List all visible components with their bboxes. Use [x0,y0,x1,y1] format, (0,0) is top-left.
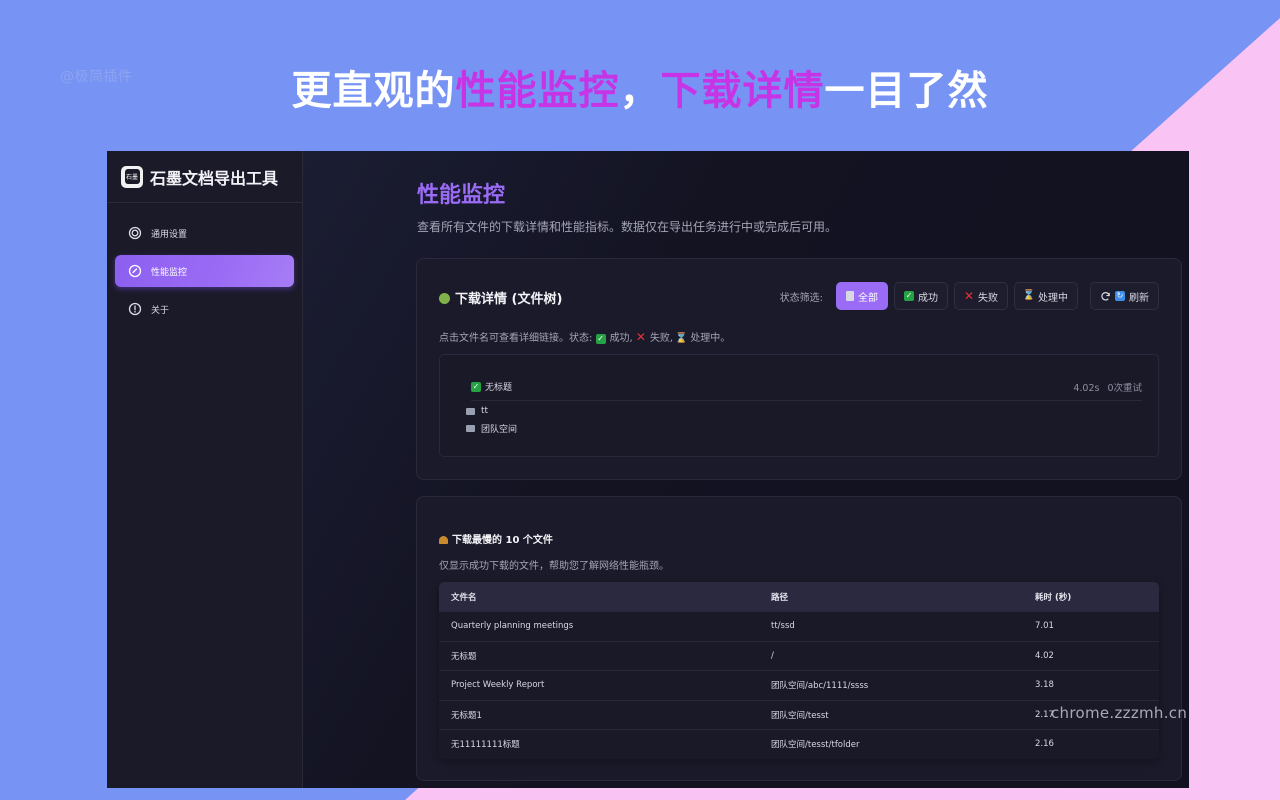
page-description: 查看所有文件的下载详情和性能指标。数据仅在导出任务进行中或完成后可用。 [417,220,838,234]
cross-icon: ✕ [635,330,646,344]
sidebar-nav: 通用设置 性能监控 关于 [107,203,302,325]
app-logo: 石墨 [121,165,143,188]
bottom-right-watermark: chrome.zzzmh.cn [1051,704,1188,722]
slowest-files-table: 文件名 路径 耗时 (秒) Quarterly planning meeting… [439,582,1159,759]
cell-filename: 无标题 [451,651,477,662]
filter-all-button[interactable]: 全部 [836,282,888,310]
app-window: 石墨 石墨文档导出工具 通用设置 性能监控 关于 性能监控 查看所有文件的下载详… [107,151,1189,788]
sidebar-item-label: 性能监控 [151,267,188,278]
sidebar-item-performance[interactable]: 性能监控 [115,255,294,287]
check-icon: ✓ [471,381,481,392]
table-row: Project Weekly Report 团队空间/abc/1111/ssss… [439,670,1159,700]
slowest-files-description: 仅显示成功下载的文件，帮助您了解网络性能瓶颈。 [439,561,669,572]
cell-path: tt/ssd [771,621,795,632]
column-header-path: 路径 [771,592,789,603]
main-content: 性能监控 查看所有文件的下载详情和性能指标。数据仅在导出任务进行中或完成后可用。… [303,151,1189,788]
headline-highlight1: 性能监控 [455,68,620,114]
folder-icon [466,424,475,432]
status-filters: 状态筛选: 全部 ✓ 成功 ✕ 失败 ⌛ 处理中 ↻ 刷新 [780,282,1159,310]
logo-text: 石墨 [124,169,140,184]
table-row: 无标题 / 4.02 [439,640,1159,671]
table-row: 无11111111标题 团队空间/tesst/tfolder 2.16 [439,729,1159,759]
headline-comma: ， [619,68,661,114]
download-details-card: 下载详情 (文件树) 状态筛选: 全部 ✓ 成功 ✕ 失败 ⌛ 处理中 ↻ 刷新… [416,258,1182,480]
cell-duration: 4.02 [1035,650,1054,661]
refresh-icon [1100,291,1111,302]
file-tree: ✓ 无标题 4.02s 0次重试 tt 团队空间 [439,354,1159,457]
folder-icon [466,407,475,415]
filter-all-label: 全部 [858,292,878,304]
check-icon: ✓ [595,334,606,344]
slowest-files-title-text: 下载最慢的 10 个文件 [452,535,553,546]
filter-success-label: 成功 [918,292,938,304]
headline-part1: 更直观的 [291,68,456,114]
snail-icon [439,536,448,544]
hourglass-icon: ⌛ [1022,290,1036,301]
tree-folder-name: tt [481,406,489,416]
tree-root-row[interactable]: ✓ 无标题 4.02s 0次重试 [471,377,1142,401]
cell-filename: 无标题1 [451,710,482,721]
table-header: 文件名 路径 耗时 (秒) [439,582,1159,611]
headline-highlight2: 下载详情 [660,68,825,114]
sidebar-item-settings[interactable]: 通用设置 [115,217,294,249]
banner-headline: 更直观的性能监控，下载详情一目了然 [0,58,1280,116]
settings-icon [128,226,142,240]
cell-duration: 2.16 [1035,739,1054,750]
check-icon: ✓ [904,291,914,301]
filter-failed-label: 失败 [978,292,998,304]
cell-filename: Quarterly planning meetings [451,621,574,632]
cell-duration: 7.01 [1035,621,1054,632]
sidebar-item-about[interactable]: 关于 [115,293,294,325]
legend-failed: 失败, [649,333,674,344]
cell-path: 团队空间/tesst/tfolder [771,740,860,751]
filter-processing-label: 处理中 [1038,292,1068,304]
slowest-files-title: 下载最慢的 10 个文件 [439,531,553,546]
tree-root-retries: 0次重试 [1107,382,1142,394]
brand-header: 石墨 石墨文档导出工具 [107,151,302,203]
filter-processing-button[interactable]: ⌛ 处理中 [1014,282,1078,310]
headline-part5: 一目了然 [824,68,989,114]
legend-prefix: 点击文件名可查看详细链接。状态: [439,333,593,344]
legend-success: 成功, [609,333,633,344]
slowest-files-card: 下载最慢的 10 个文件 仅显示成功下载的文件，帮助您了解网络性能瓶颈。 文件名… [416,496,1182,781]
cell-path: / [771,650,774,661]
download-details-title-text: 下载详情 (文件树) [455,292,563,307]
cell-path: 团队空间/tesst [771,710,829,721]
tree-icon [439,293,450,304]
refresh-emoji-icon: ↻ [1115,291,1125,301]
clipboard-icon [846,291,854,301]
hourglass-icon: ⌛ [675,333,688,344]
page-title: 性能监控 [417,183,506,208]
info-icon [128,302,142,316]
app-title: 石墨文档导出工具 [150,168,279,188]
sidebar: 石墨 石墨文档导出工具 通用设置 性能监控 关于 [107,151,303,788]
tree-root-name: 无标题 [485,383,513,393]
legend-processing: 处理中。 [690,333,731,344]
download-details-title: 下载详情 (文件树) [439,288,562,307]
cell-duration: 3.18 [1035,680,1054,691]
sidebar-item-label: 通用设置 [151,229,188,240]
cell-path: 团队空间/abc/1111/ssss [771,681,869,692]
refresh-button[interactable]: ↻ 刷新 [1090,282,1159,310]
sidebar-item-label: 关于 [151,305,170,316]
tree-root-time: 4.02s [1073,382,1100,394]
refresh-label: 刷新 [1129,292,1149,304]
cell-filename: 无11111111标题 [451,740,520,751]
cross-icon: ✕ [963,289,975,303]
tree-folder-name: 团队空间 [481,424,518,435]
performance-icon [128,264,142,278]
cell-filename: Project Weekly Report [451,680,545,691]
status-legend: 点击文件名可查看详细链接。状态: ✓ 成功, ✕ 失败, ⌛ 处理中。 [439,329,730,344]
filter-label: 状态筛选: [779,292,823,304]
filter-failed-button[interactable]: ✕ 失败 [954,282,1008,310]
filter-success-button[interactable]: ✓ 成功 [894,282,948,310]
tree-root-meta: 4.02s 0次重试 [1073,380,1142,394]
table-row: Quarterly planning meetings tt/ssd 7.01 [439,611,1159,641]
column-header-filename: 文件名 [451,592,477,603]
column-header-duration: 耗时 (秒) [1035,592,1072,603]
tree-folder-row[interactable]: 团队空间 [466,418,1142,438]
